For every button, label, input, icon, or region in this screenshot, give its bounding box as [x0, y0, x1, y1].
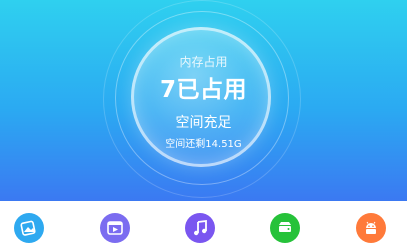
storage-icon — [276, 219, 294, 237]
music-button[interactable] — [185, 213, 215, 243]
video-icon — [106, 219, 124, 237]
android-icon — [362, 219, 380, 237]
android-button[interactable] — [356, 213, 386, 243]
storage-free: 空间还剩14.51G — [165, 139, 242, 150]
gallery-button[interactable] — [14, 213, 44, 243]
storage-button[interactable] — [270, 213, 300, 243]
storage-caption: 内存占用 — [179, 55, 228, 69]
gallery-icon — [20, 219, 38, 237]
video-button[interactable] — [100, 213, 130, 243]
storage-hero: 内存占用 7已占用 空间充足 空间还剩14.51G — [0, 0, 407, 201]
music-icon — [191, 219, 209, 237]
storage-used: 7已占用 — [159, 77, 247, 103]
category-dock — [0, 201, 407, 246]
storage-status: 空间充足 — [175, 115, 232, 131]
